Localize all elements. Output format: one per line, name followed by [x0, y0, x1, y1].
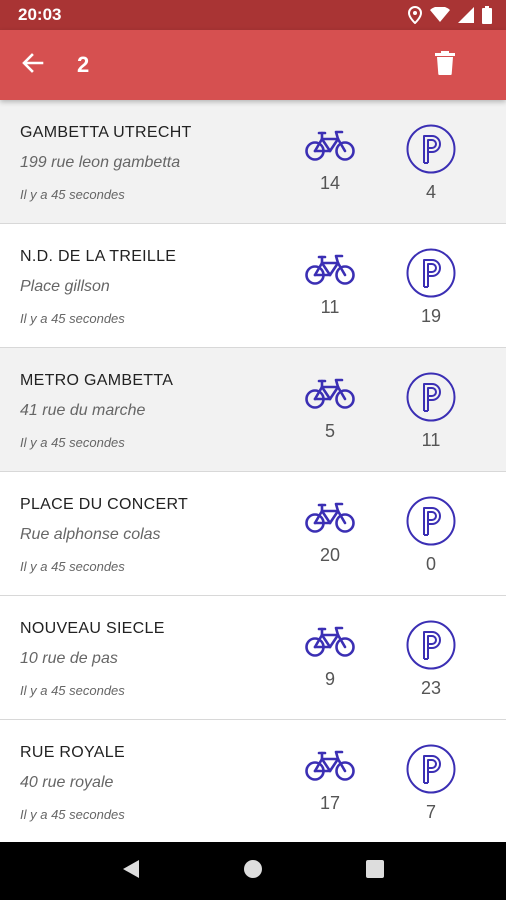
arrow-left-icon [22, 52, 44, 79]
bikes-count: 14 [319, 173, 341, 193]
places-available: 4 [402, 123, 460, 203]
location-icon [408, 6, 422, 24]
station-name: NOUVEAU SIECLE [20, 620, 165, 637]
parking-icon [405, 247, 457, 304]
bikes-available: 5 [298, 376, 362, 442]
station-row[interactable]: GAMBETTA UTRECHT 199 rue leon gambetta Il … [0, 100, 506, 224]
station-updated-time: Il y a 45 secondes [20, 559, 125, 574]
app-bar: 2 [0, 30, 506, 100]
back-button[interactable] [13, 45, 53, 85]
bicycle-icon [305, 624, 355, 663]
places-count: 19 [420, 306, 442, 326]
station-name: RUE ROYALE [20, 744, 125, 761]
station-row[interactable]: RUE ROYALE 40 rue royale Il y a 45 seconde… [0, 720, 506, 842]
station-name: METRO GAMBETTA [20, 372, 174, 389]
bicycle-icon [305, 748, 355, 787]
station-address: Place gillson [20, 278, 110, 295]
home-circle-icon [243, 859, 263, 884]
trash-icon [435, 50, 455, 80]
station-row[interactable]: METRO GAMBETTA 41 rue du marche Il y a 45 … [0, 348, 506, 472]
station-updated-time: Il y a 45 secondes [20, 187, 125, 202]
nav-back-button[interactable] [111, 851, 151, 891]
bikes-count: 17 [319, 793, 341, 813]
station-name: N.D. DE LA TREILLE [20, 248, 177, 265]
station-row[interactable]: N.D. DE LA TREILLE Place gillson Il y a 45… [0, 224, 506, 348]
station-name: GAMBETTA UTRECHT [20, 124, 192, 141]
station-updated-time: Il y a 45 secondes [20, 311, 125, 326]
parking-icon [405, 123, 457, 180]
station-updated-time: Il y a 45 secondes [20, 435, 125, 450]
bikes-count: 11 [320, 297, 340, 317]
parking-icon [405, 743, 457, 800]
station-updated-time: Il y a 45 secondes [20, 807, 125, 822]
station-row[interactable]: NOUVEAU SIECLE 10 rue de pas Il y a 45 sec… [0, 596, 506, 720]
places-count: 0 [425, 554, 436, 574]
places-count: 4 [425, 182, 436, 202]
bicycle-icon [305, 128, 355, 167]
status-time: 20:03 [18, 5, 62, 24]
recents-square-icon [366, 859, 384, 883]
places-available: 23 [402, 619, 460, 699]
station-address: Rue alphonse colas [20, 526, 161, 543]
station-list: GAMBETTA UTRECHT 199 rue leon gambetta Il … [0, 100, 506, 842]
places-available: 11 [402, 371, 460, 451]
bikes-available: 11 [298, 252, 362, 318]
back-triangle-icon [122, 859, 140, 884]
places-count: 11 [421, 430, 441, 450]
nav-home-button[interactable] [233, 851, 273, 891]
station-name: PLACE DU CONCERT [20, 496, 189, 513]
wifi-icon [430, 7, 450, 23]
places-count: 23 [420, 678, 442, 698]
bicycle-icon [305, 376, 355, 415]
bikes-available: 20 [298, 500, 362, 566]
parking-icon [405, 495, 457, 552]
station-row[interactable]: PLACE DU CONCERT Rue alphonse colas Il y a… [0, 472, 506, 596]
bicycle-icon [305, 500, 355, 539]
status-icons [408, 6, 492, 24]
bikes-count: 20 [319, 545, 341, 565]
bikes-count: 5 [324, 421, 335, 441]
parking-icon [405, 371, 457, 428]
bicycle-icon [305, 252, 355, 291]
places-available: 19 [402, 247, 460, 327]
parking-icon [405, 619, 457, 676]
bikes-available: 17 [298, 748, 362, 814]
navigation-bar [0, 842, 506, 900]
station-address: 40 rue royale [20, 774, 114, 791]
bikes-available: 14 [298, 128, 362, 194]
places-available: 0 [402, 495, 460, 575]
station-updated-time: Il y a 45 secondes [20, 683, 125, 698]
bikes-count: 9 [324, 669, 335, 689]
places-available: 7 [402, 743, 460, 823]
signal-icon [458, 7, 474, 23]
battery-icon [482, 6, 492, 24]
status-bar: 20:03 [0, 0, 506, 30]
station-address: 10 rue de pas [20, 650, 118, 667]
page-title: 2 [77, 52, 90, 77]
station-address: 41 rue du marche [20, 402, 146, 419]
bikes-available: 9 [298, 624, 362, 690]
nav-recents-button[interactable] [355, 851, 395, 891]
station-address: 199 rue leon gambetta [20, 154, 181, 171]
delete-button[interactable] [428, 45, 462, 85]
places-count: 7 [425, 802, 436, 822]
